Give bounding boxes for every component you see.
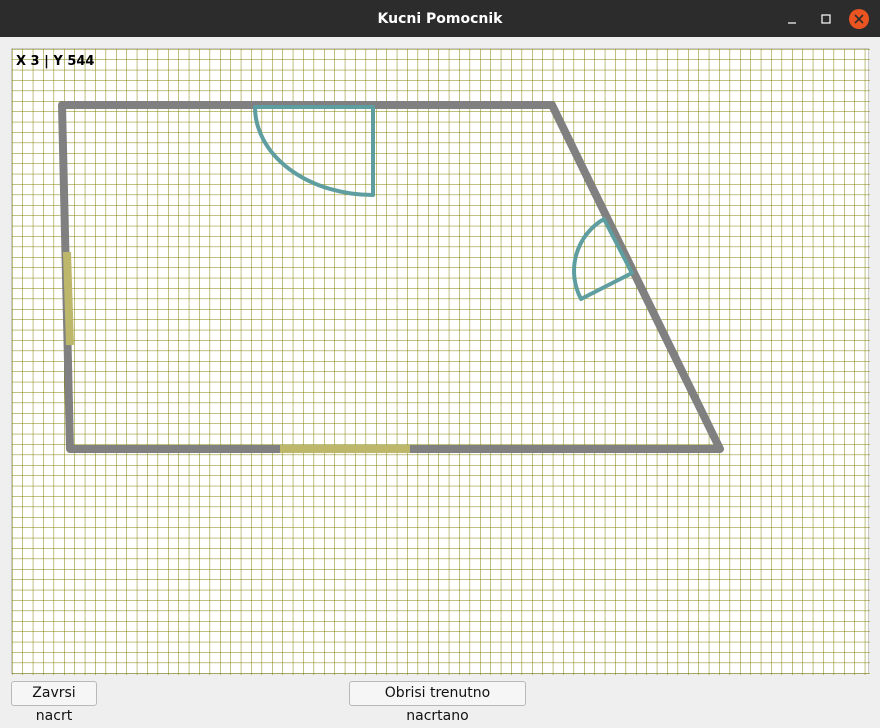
close-button[interactable] — [849, 9, 869, 29]
drawing-canvas[interactable]: X 3 | Y 544 — [11, 48, 870, 675]
maximize-button[interactable] — [816, 9, 836, 29]
cursor-coordinates: X 3 | Y 544 — [16, 54, 95, 69]
clear-drawing-button[interactable]: Obrisi trenutno nacrtano — [349, 681, 526, 724]
minimize-button[interactable] — [782, 9, 802, 29]
floor-plan-drawing[interactable] — [12, 49, 870, 675]
finish-drawing-button[interactable]: Zavrsi nacrt — [11, 681, 97, 724]
window-title: Kucni Pomocnik — [377, 10, 503, 27]
title-bar: Kucni Pomocnik — [0, 0, 880, 37]
close-icon — [854, 14, 864, 24]
grid — [12, 49, 870, 675]
maximize-icon — [821, 14, 831, 24]
window-left — [63, 251, 74, 346]
minimize-icon — [788, 22, 796, 24]
